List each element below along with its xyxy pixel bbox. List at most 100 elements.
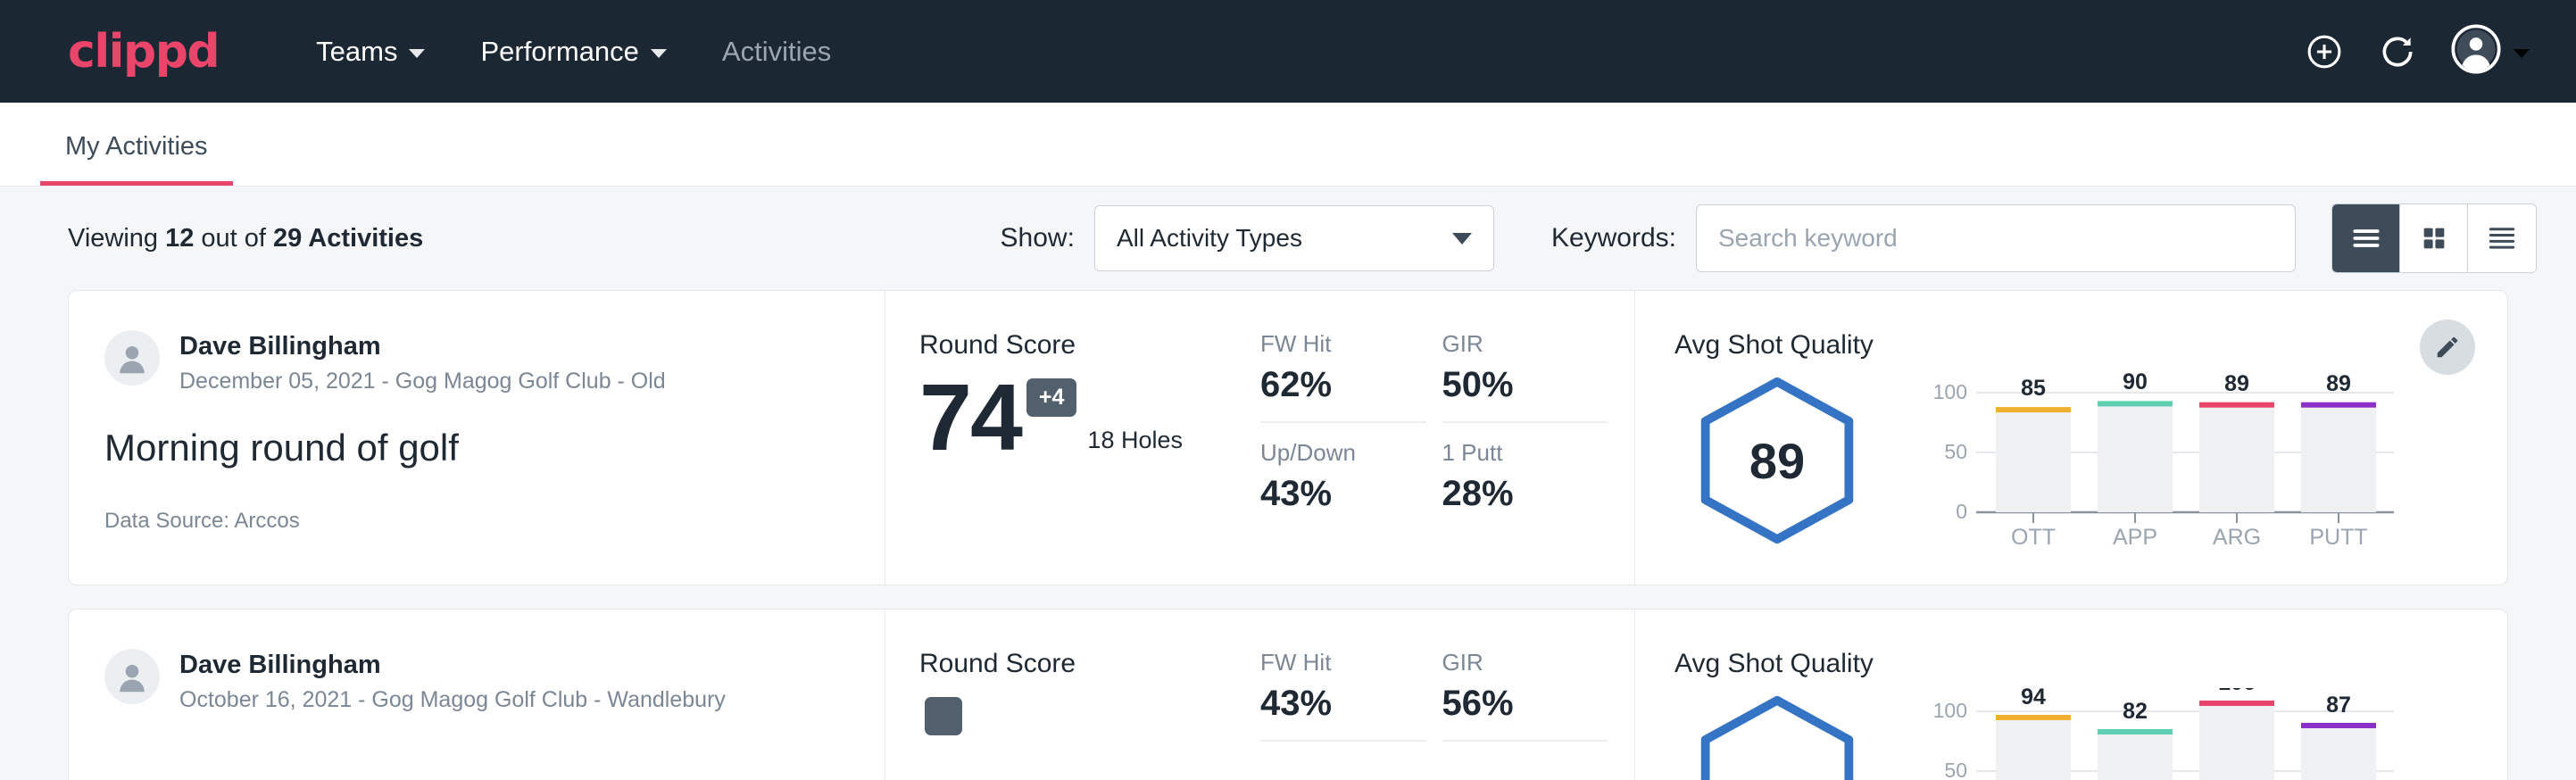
nav-item-performance-label: Performance	[480, 36, 638, 68]
quality-hexagon	[1674, 683, 1880, 780]
compact-view-icon[interactable]	[2468, 204, 2536, 272]
nav-item-activities[interactable]: Activities	[694, 36, 859, 68]
nav-actions	[2305, 24, 2530, 79]
stat-gir-value: 56%	[1442, 684, 1594, 724]
bar-value-ott: 85	[2021, 376, 2046, 401]
activity-list: Dave Billingham December 05, 2021 - Gog …	[0, 290, 2576, 780]
activity-type-select[interactable]: All Activity Types	[1094, 205, 1494, 271]
stat-fw-hit-value: 43%	[1260, 684, 1412, 724]
tab-bar: My Activities	[0, 103, 2576, 187]
nav-item-activities-label: Activities	[722, 36, 831, 68]
y-tick-100: 100	[1933, 699, 1967, 722]
y-tick-100: 100	[1933, 380, 1967, 403]
account-icon	[2451, 24, 2501, 79]
stat-gir-label: GIR	[1442, 330, 1594, 358]
bar-value-app: 82	[2123, 699, 2148, 724]
activity-meta: December 05, 2021 - Gog Magog Golf Club …	[179, 369, 666, 394]
activity-card[interactable]: Dave Billingham October 16, 2021 - Gog M…	[68, 609, 2508, 780]
activity-type-select-value: All Activity Types	[1117, 224, 1302, 253]
bar-value-arg: 106	[2218, 688, 2256, 695]
activity-card[interactable]: Dave Billingham December 05, 2021 - Gog …	[68, 290, 2508, 585]
bar-value-app: 90	[2123, 369, 2148, 394]
chevron-down-icon	[2514, 49, 2530, 58]
player-name: Dave Billingham	[179, 330, 666, 362]
view-mode-toggle	[2331, 203, 2537, 273]
chevron-down-icon	[651, 49, 667, 58]
keywords-label: Keywords:	[1551, 223, 1676, 253]
activity-data-source: Data Source: Arccos	[104, 509, 849, 534]
score-to-par-badge	[925, 697, 962, 735]
app-logo[interactable]: clippd	[68, 25, 219, 79]
stat-up-down: Up/Down 43%	[1260, 439, 1426, 514]
stat-one-putt: 1 Putt 28%	[1442, 439, 1608, 514]
viewing-count: 12	[165, 224, 194, 253]
filter-bar: Viewing 12 out of 29 Activities Show: Al…	[0, 187, 2576, 290]
round-score-value: 74	[919, 373, 1021, 463]
stat-one-putt-value: 28%	[1442, 474, 1594, 514]
avg-shot-quality-label: Avg Shot Quality	[1674, 649, 2472, 679]
stat-gir-value: 50%	[1442, 365, 1594, 405]
bar-value-putt: 89	[2326, 371, 2351, 396]
avg-shot-quality-value: 89	[1749, 432, 1805, 490]
shot-quality-bar-chart: 100 50 0 85 OTT	[1921, 364, 2403, 552]
round-score-row: 74 +4 18 Holes	[919, 373, 1260, 463]
stat-fw-hit-label: FW Hit	[1260, 649, 1412, 676]
nav-item-teams[interactable]: Teams	[288, 36, 453, 68]
stat-gir: GIR 50%	[1442, 330, 1608, 423]
round-score-block: Round Score 74 +4 18 Holes	[885, 291, 1260, 585]
quality-hexagon: 89	[1674, 364, 1880, 548]
y-tick-50: 50	[1944, 440, 1967, 463]
edit-activity-button[interactable]	[2420, 319, 2475, 375]
round-score-block: Round Score	[885, 610, 1260, 780]
stat-fw-hit: FW Hit 43%	[1260, 649, 1426, 742]
player-header: Dave Billingham December 05, 2021 - Gog …	[104, 330, 849, 394]
viewing-total: 29	[273, 224, 302, 253]
y-tick-50: 50	[1944, 759, 1967, 780]
activity-info: Dave Billingham October 16, 2021 - Gog M…	[69, 610, 885, 780]
stat-fw-hit-label: FW Hit	[1260, 330, 1412, 358]
avatar	[104, 330, 160, 386]
activity-meta: October 16, 2021 - Gog Magog Golf Club -…	[179, 687, 726, 713]
show-label: Show:	[1001, 223, 1075, 253]
stat-up-down-value: 43%	[1260, 474, 1412, 514]
viewing-mid: out of	[194, 224, 273, 253]
stat-gir: GIR 56%	[1442, 649, 1608, 742]
avg-shot-quality-label: Avg Shot Quality	[1674, 330, 2472, 361]
player-name: Dave Billingham	[179, 649, 726, 681]
refresh-icon[interactable]	[2378, 32, 2417, 71]
bar-label-ott: OTT	[2011, 525, 2056, 548]
activity-title: Morning round of golf	[104, 427, 849, 469]
account-menu[interactable]	[2451, 24, 2530, 79]
round-score-label: Round Score	[919, 330, 1260, 361]
add-icon[interactable]	[2305, 32, 2344, 71]
viewing-prefix: Viewing	[68, 224, 165, 253]
activities-count-summary: Viewing 12 out of 29 Activities	[68, 224, 423, 253]
primary-nav: Teams Performance Activities	[288, 36, 859, 68]
list-view-icon[interactable]	[2332, 204, 2400, 272]
nav-item-performance[interactable]: Performance	[453, 36, 694, 68]
viewing-suffix: Activities	[302, 224, 423, 253]
y-tick-0: 0	[1956, 500, 1967, 523]
stat-gir-label: GIR	[1442, 649, 1594, 676]
chevron-down-icon	[409, 49, 425, 58]
bar-value-ott: 94	[2021, 688, 2046, 709]
tab-my-activities-label: My Activities	[65, 132, 208, 161]
holes-label: 18 Holes	[1087, 427, 1183, 454]
bar-value-arg: 89	[2224, 371, 2249, 396]
top-navigation-bar: clippd Teams Performance Activities	[0, 0, 2576, 103]
grid-view-icon[interactable]	[2400, 204, 2468, 272]
avg-shot-quality-block: Avg Shot Quality 100 50 0	[1635, 610, 2507, 780]
player-header: Dave Billingham October 16, 2021 - Gog M…	[104, 649, 849, 713]
bar-label-arg: ARG	[2213, 525, 2261, 548]
avg-shot-quality-block: Avg Shot Quality 89 100 50 0	[1635, 291, 2507, 585]
round-score-label: Round Score	[919, 649, 1260, 679]
bar-value-putt: 87	[2326, 693, 2351, 718]
chevron-down-icon	[1452, 233, 1472, 245]
stat-up-down-label: Up/Down	[1260, 439, 1412, 467]
round-stats: FW Hit 62% GIR 50% Up/Down 43% 1 Putt 28…	[1260, 291, 1635, 585]
tab-my-activities[interactable]: My Activities	[40, 132, 233, 186]
bar-label-app: APP	[2113, 525, 2157, 548]
search-input[interactable]	[1696, 204, 2296, 272]
shot-quality-bar-chart: 100 50 0 94 82	[1921, 683, 2403, 780]
stat-fw-hit-value: 62%	[1260, 365, 1412, 405]
